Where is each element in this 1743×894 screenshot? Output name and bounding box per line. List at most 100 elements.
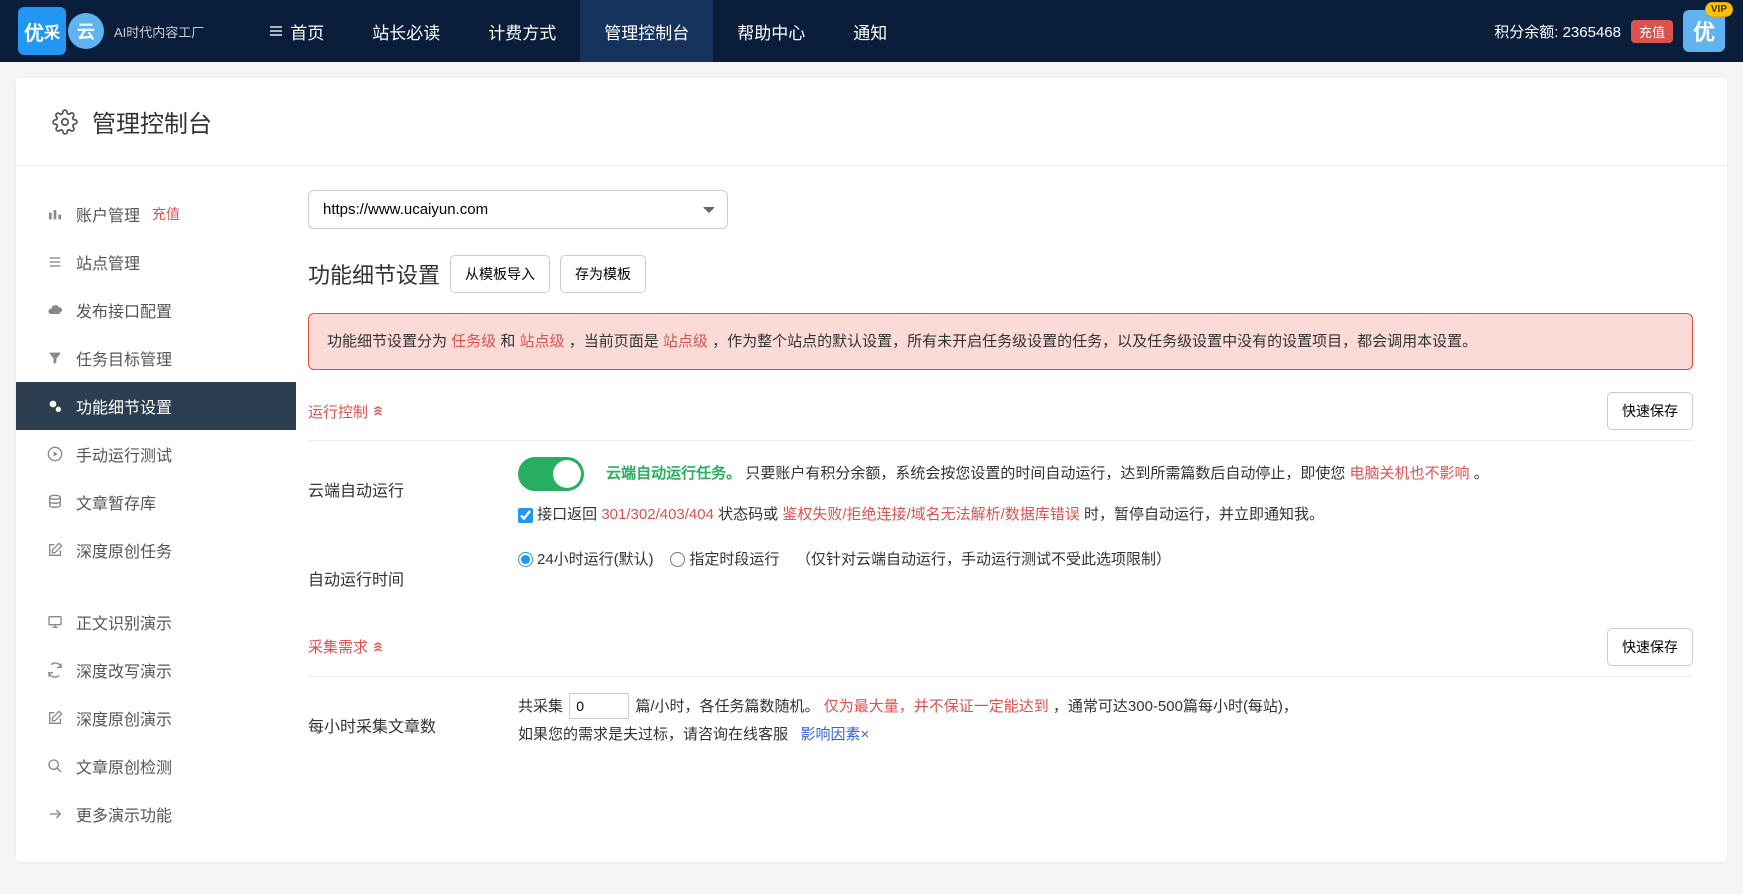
setting-body: 共采集 篇/小时，各任务篇数随机。 仅为最大量，并不保证一定能达到 ，通常可达3… xyxy=(518,693,1693,750)
setting-label: 每小时采集文章数 xyxy=(308,693,518,753)
refresh-icon xyxy=(46,662,64,678)
sidebar-item-task-target[interactable]: 任务目标管理 xyxy=(16,334,296,382)
radio-period[interactable]: 指定时段运行 xyxy=(670,551,779,568)
nav-billing[interactable]: 计费方式 xyxy=(464,0,580,62)
group-run-control: 运行控制 快速保存 云端自动运行 云端自动运行任务。 只要账户有积分余额，系统会… xyxy=(308,392,1693,606)
alert-level1: 任务级 xyxy=(451,333,496,350)
sidebar-separator xyxy=(16,574,296,598)
pause-on-error-checkbox[interactable] xyxy=(518,508,533,523)
chk-errors: 鉴权失败/拒绝连接/域名无法解析/数据库错误 xyxy=(782,506,1080,523)
page-title: 管理控制台 xyxy=(92,104,212,139)
collect-text: ，通常可达300-500篇每小时(每站)， xyxy=(1053,698,1298,715)
nav-notify[interactable]: 通知 xyxy=(829,0,911,62)
vip-tag: VIP xyxy=(1705,2,1733,17)
nav-label: 计费方式 xyxy=(488,19,556,44)
gears-icon xyxy=(46,398,64,414)
group-toggle[interactable]: 采集需求 xyxy=(308,636,384,657)
sidebar-item-account[interactable]: 账户管理 充值 xyxy=(16,190,296,238)
sidebar-label: 发布接口配置 xyxy=(76,298,172,322)
alert-level3: 站点级 xyxy=(663,333,708,350)
sidebar-item-storage[interactable]: 文章暂存库 xyxy=(16,478,296,526)
radio-label: 24小时运行(默认) xyxy=(537,551,654,568)
logo-char2: 采 xyxy=(44,19,60,43)
sidebar-label: 功能细节设置 xyxy=(76,394,172,418)
radio-label: 指定时段运行 xyxy=(689,551,779,568)
logo-yun-icon: 云 xyxy=(68,13,104,49)
chk-codes: 301/302/403/404 xyxy=(601,506,714,523)
setting-collect-count: 每小时采集文章数 共采集 篇/小时，各任务篇数随机。 仅为最大量，并不保证一定能… xyxy=(308,677,1693,753)
logo-char: 优 xyxy=(24,17,44,46)
group-title-text: 采集需求 xyxy=(308,636,368,657)
sidebar-label: 文章暂存库 xyxy=(76,490,156,514)
sidebar-item-settings[interactable]: 功能细节设置 xyxy=(16,382,296,430)
radio-period-input[interactable] xyxy=(670,552,685,567)
sidebar-item-detect[interactable]: 文章原创检测 xyxy=(16,742,296,790)
logo[interactable]: 优采 云 AI时代内容工厂 xyxy=(18,7,204,55)
sidebar-label: 文章原创检测 xyxy=(76,754,172,778)
main-panel: 管理控制台 账户管理 充值 站点管理 发布接口配置 任务目标管理 xyxy=(16,78,1727,862)
sidebar-item-more[interactable]: 更多演示功能 xyxy=(16,790,296,838)
points-label: 积分余额: xyxy=(1494,24,1562,41)
sidebar-label: 深度原创演示 xyxy=(76,706,172,730)
search-icon xyxy=(46,758,64,774)
quick-save-button[interactable]: 快速保存 xyxy=(1607,628,1693,666)
sidebar-item-original-demo[interactable]: 深度原创演示 xyxy=(16,694,296,742)
panel-body: 账户管理 充值 站点管理 发布接口配置 任务目标管理 功能细节设置 手动运 xyxy=(16,166,1727,862)
logo-icon: 优采 xyxy=(18,7,66,55)
sidebar-label: 账户管理 xyxy=(76,202,140,226)
content-area: https://www.ucaiyun.com 功能细节设置 从模板导入 存为模… xyxy=(296,166,1727,862)
recharge-button[interactable]: 充值 xyxy=(1631,20,1673,43)
auto-run-highlight: 电脑关机也不影响 xyxy=(1350,465,1470,482)
nav-home[interactable]: 首页 xyxy=(244,0,348,62)
save-template-button[interactable]: 存为模板 xyxy=(560,255,646,293)
edit-icon xyxy=(46,710,64,726)
setting-auto-run: 云端自动运行 云端自动运行任务。 只要账户有积分余额，系统会按您设置的时间自动运… xyxy=(308,441,1693,530)
setting-run-time: 自动运行时间 24小时运行(默认) 指定时段运行 （仅针对云端自动运行，手动运行… xyxy=(308,530,1693,606)
sidebar-label: 任务目标管理 xyxy=(76,346,172,370)
import-template-button[interactable]: 从模板导入 xyxy=(450,255,550,293)
list-icon xyxy=(46,254,64,270)
collect-text: 篇/小时，各任务篇数随机。 xyxy=(635,698,823,715)
play-icon xyxy=(46,446,64,462)
sidebar-item-rewrite-demo[interactable]: 深度改写演示 xyxy=(16,646,296,694)
nav-label: 站长必读 xyxy=(372,19,440,44)
alert-level2: 站点级 xyxy=(520,333,565,350)
sidebar-label: 站点管理 xyxy=(76,250,140,274)
chevron-down-icon xyxy=(372,641,384,653)
user-badge[interactable]: 优 VIP xyxy=(1683,10,1725,52)
group-toggle[interactable]: 运行控制 xyxy=(308,401,384,422)
auto-run-title: 云端自动运行任务。 xyxy=(606,465,741,482)
time-note: （仅针对云端自动运行，手动运行测试不受此选项限制） xyxy=(796,551,1171,568)
chevron-down-icon xyxy=(372,405,384,417)
sidebar: 账户管理 充值 站点管理 发布接口配置 任务目标管理 功能细节设置 手动运 xyxy=(16,166,296,862)
factors-link[interactable]: 影响因素× xyxy=(801,726,870,743)
sidebar-item-site[interactable]: 站点管理 xyxy=(16,238,296,286)
nav-console[interactable]: 管理控制台 xyxy=(580,0,713,62)
chk-text: 接口返回 xyxy=(537,506,601,523)
nav-help[interactable]: 帮助中心 xyxy=(713,0,829,62)
sidebar-label: 深度改写演示 xyxy=(76,658,172,682)
site-select[interactable]: https://www.ucaiyun.com xyxy=(308,190,728,229)
collect-count-input[interactable] xyxy=(569,693,629,719)
radio-24h[interactable]: 24小时运行(默认) xyxy=(518,551,654,568)
sidebar-item-publish[interactable]: 发布接口配置 xyxy=(16,286,296,334)
radio-24h-input[interactable] xyxy=(518,552,533,567)
section-header: 功能细节设置 从模板导入 存为模板 xyxy=(308,255,1693,293)
group-collect: 采集需求 快速保存 每小时采集文章数 共采集 篇/小时，各任务篇数随机。 仅为最… xyxy=(308,628,1693,753)
sidebar-item-manual[interactable]: 手动运行测试 xyxy=(16,430,296,478)
group-header: 采集需求 快速保存 xyxy=(308,628,1693,677)
points-balance: 积分余额: 2365468 xyxy=(1494,21,1621,42)
group-title-text: 运行控制 xyxy=(308,401,368,422)
db-icon xyxy=(46,494,64,510)
collect-text: 如果您的需求是夫过标，请咨询在线客服 xyxy=(518,726,788,743)
alert-text: 功能细节设置分为 xyxy=(327,333,451,350)
nav-mustread[interactable]: 站长必读 xyxy=(348,0,464,62)
group-header: 运行控制 快速保存 xyxy=(308,392,1693,441)
auto-run-toggle[interactable] xyxy=(518,457,584,491)
quick-save-button[interactable]: 快速保存 xyxy=(1607,392,1693,430)
gear-icon xyxy=(52,109,78,135)
setting-label: 自动运行时间 xyxy=(308,546,518,606)
sidebar-item-text-demo[interactable]: 正文识别演示 xyxy=(16,598,296,646)
section-title: 功能细节设置 xyxy=(308,258,440,290)
sidebar-item-deep-original[interactable]: 深度原创任务 xyxy=(16,526,296,574)
